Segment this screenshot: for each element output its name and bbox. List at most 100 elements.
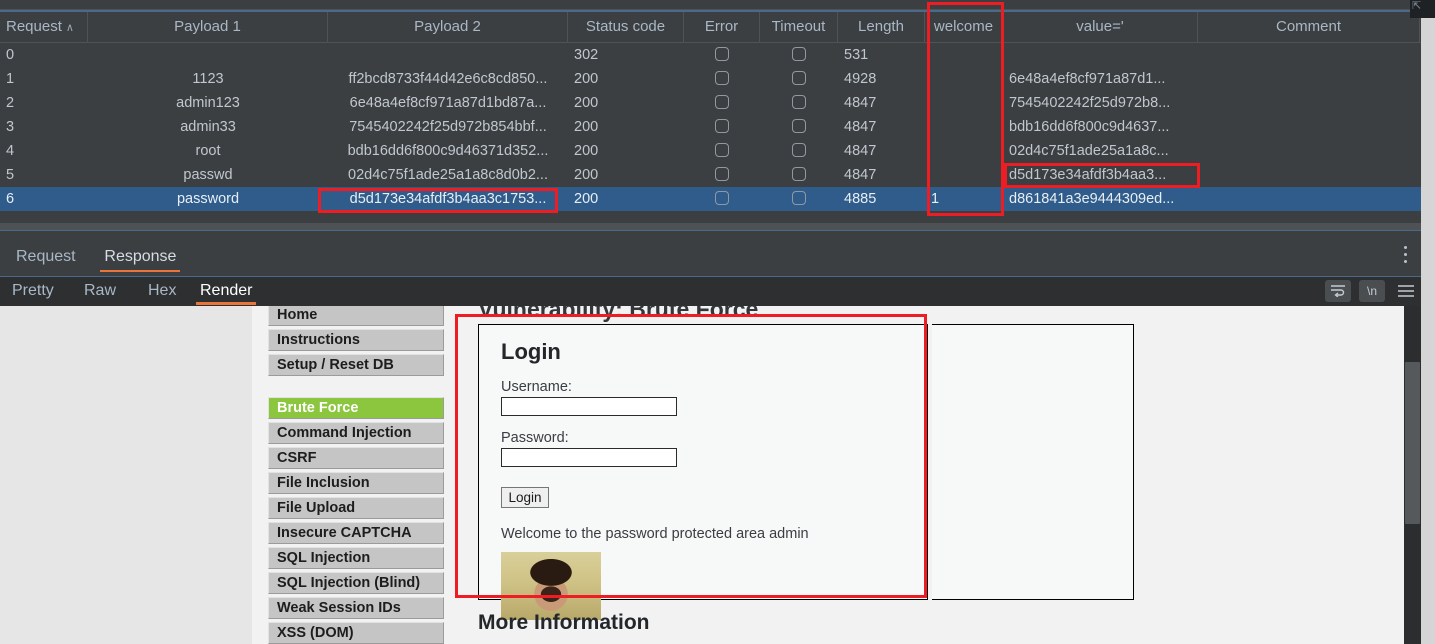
- cell-payload1: root: [195, 143, 221, 159]
- view-tab-hex[interactable]: Hex: [140, 277, 184, 306]
- page-right-panel: [932, 324, 1134, 600]
- table-row[interactable]: 2 admin123 6e48a4ef8cf971a87d1bd87a... 200 4…: [0, 91, 1421, 115]
- column-header-welcome[interactable]: welcome: [925, 12, 1003, 42]
- scrollbar-thumb[interactable]: [1405, 362, 1420, 524]
- column-header-timeout[interactable]: Timeout: [760, 12, 838, 42]
- sort-ascending-icon[interactable]: ∧: [66, 22, 74, 34]
- view-tab-render[interactable]: Render: [192, 277, 260, 306]
- cell-error: [684, 43, 760, 67]
- cell-value: 7545402242f25d972b8...: [1009, 95, 1171, 111]
- sidebar-item-file-inclusion[interactable]: File Inclusion: [268, 472, 444, 494]
- view-tab-raw[interactable]: Raw: [76, 277, 124, 306]
- column-header-length[interactable]: Length: [838, 12, 925, 42]
- column-header-payload1[interactable]: Payload 1: [88, 12, 328, 42]
- view-mode-tabs[interactable]: Pretty Raw Hex Render: [0, 276, 1421, 306]
- cell-error: [684, 163, 760, 187]
- kebab-dot: [1403, 246, 1407, 249]
- timeout-checkbox[interactable]: [792, 95, 806, 110]
- message-tabs[interactable]: Request Response: [0, 240, 1421, 276]
- cell-payload1: admin123: [176, 95, 240, 111]
- sidebar-item-insecure-captcha[interactable]: Insecure CAPTCHA: [268, 522, 444, 544]
- window-corner-control[interactable]: ⇱: [1410, 0, 1435, 18]
- cell-request: 3: [6, 119, 15, 135]
- table-row[interactable]: 3 admin33 7545402242f25d972b854bbf... 200 48…: [0, 115, 1421, 139]
- cell-request: 4: [6, 143, 15, 159]
- cell-error: [684, 67, 760, 91]
- results-table-body[interactable]: 0 302 531 1 1123 ff2bcd8733f44d42e6c8cd850...…: [0, 43, 1421, 213]
- username-input[interactable]: [501, 397, 677, 416]
- sidebar-item-sql-injection[interactable]: SQL Injection: [268, 547, 444, 569]
- column-header-comment[interactable]: Comment: [1198, 12, 1420, 42]
- table-row[interactable]: 5 passwd 02d4c75f1ade25a1a8c8d0b2... 200 484…: [0, 163, 1421, 187]
- sidebar-item-sql-injection-blind[interactable]: SQL Injection (Blind): [268, 572, 444, 594]
- error-checkbox[interactable]: [715, 47, 729, 62]
- word-wrap-icon[interactable]: [1325, 280, 1351, 302]
- sidebar-item-brute-force[interactable]: Brute Force: [268, 397, 444, 419]
- cell-request: 2: [6, 95, 15, 111]
- hamburger-menu-icon[interactable]: [1393, 280, 1419, 302]
- column-header-request[interactable]: Request ∧: [0, 12, 88, 42]
- window-corner-glyph: ⇱: [1412, 0, 1422, 12]
- cell-payload1: admin33: [180, 119, 236, 135]
- pane-divider[interactable]: [0, 230, 1421, 232]
- table-row[interactable]: 1 1123 ff2bcd8733f44d42e6c8cd850... 200 4928…: [0, 67, 1421, 91]
- results-horizontal-scrollbar[interactable]: [0, 223, 1421, 230]
- error-checkbox[interactable]: [715, 119, 729, 134]
- timeout-checkbox[interactable]: [792, 167, 806, 182]
- sidebar-item-setup-reset-db[interactable]: Setup / Reset DB: [268, 354, 444, 376]
- cell-payload2: 7545402242f25d972b854bbf...: [349, 119, 547, 135]
- cell-status: 200: [574, 119, 599, 135]
- sidebar-item-csrf[interactable]: CSRF: [268, 447, 444, 469]
- cell-timeout: [760, 91, 838, 115]
- column-header-status[interactable]: Status code: [568, 12, 684, 42]
- username-label: Username:: [501, 379, 572, 395]
- render-vertical-scrollbar[interactable]: [1404, 306, 1421, 644]
- message-tab-request[interactable]: Request: [6, 240, 86, 276]
- dvwa-sidebar-nav[interactable]: Home Instructions Setup / Reset DB Brute Fo…: [268, 306, 444, 644]
- column-header-label: Comment: [1275, 18, 1342, 35]
- timeout-checkbox[interactable]: [792, 47, 806, 62]
- timeout-checkbox[interactable]: [792, 71, 806, 86]
- error-checkbox[interactable]: [715, 71, 729, 86]
- timeout-checkbox[interactable]: [792, 191, 806, 206]
- cell-status: 200: [574, 95, 599, 111]
- error-checkbox[interactable]: [715, 191, 729, 206]
- cell-length: 4928: [844, 71, 877, 87]
- cell-length: 4847: [844, 143, 877, 159]
- table-row[interactable]: 4 root bdb16dd6f800c9d46371d352... 200 4847 0…: [0, 139, 1421, 163]
- error-checkbox[interactable]: [715, 143, 729, 158]
- show-newlines-icon[interactable]: \n: [1359, 280, 1385, 302]
- cell-welcome: [925, 139, 1003, 163]
- password-input[interactable]: [501, 448, 677, 467]
- sidebar-item-command-injection[interactable]: Command Injection: [268, 422, 444, 444]
- cell-length: 4847: [844, 119, 877, 135]
- sidebar-item-xss-dom[interactable]: XSS (DOM): [268, 622, 444, 644]
- view-tab-pretty[interactable]: Pretty: [4, 277, 62, 306]
- kebab-dot: [1403, 253, 1407, 256]
- cell-error: [684, 187, 760, 211]
- timeout-checkbox[interactable]: [792, 119, 806, 134]
- message-tab-response[interactable]: Response: [94, 240, 186, 276]
- kebab-menu-icon[interactable]: [1397, 242, 1413, 272]
- sidebar-item-file-upload[interactable]: File Upload: [268, 497, 444, 519]
- table-row[interactable]: 0 302 531: [0, 43, 1421, 67]
- active-tab-underline: [100, 270, 181, 272]
- table-row[interactable]: 6 password d5d173e34afdf3b4aa3c1753... 200 4…: [0, 187, 1421, 211]
- cell-payload2: 6e48a4ef8cf971a87d1bd87a...: [349, 95, 547, 111]
- column-header-payload2[interactable]: Payload 2: [328, 12, 568, 42]
- column-header-value[interactable]: value=': [1003, 12, 1198, 42]
- cell-length: 4847: [844, 95, 877, 111]
- error-checkbox[interactable]: [715, 167, 729, 182]
- cell-value: bdb16dd6f800c9d4637...: [1009, 119, 1170, 135]
- cell-payload2: [328, 43, 568, 67]
- sidebar-item-home[interactable]: Home: [268, 306, 444, 326]
- view-toolbar-icons: \n: [1325, 280, 1419, 302]
- error-checkbox[interactable]: [715, 95, 729, 110]
- column-header-error[interactable]: Error: [684, 12, 760, 42]
- view-tab-label: Pretty: [12, 282, 54, 299]
- results-table-header[interactable]: Request ∧ Payload 1 Payload 2 Status code Err…: [0, 12, 1421, 43]
- sidebar-item-weak-session-ids[interactable]: Weak Session IDs: [268, 597, 444, 619]
- login-submit-button[interactable]: Login: [501, 487, 549, 508]
- sidebar-item-instructions[interactable]: Instructions: [268, 329, 444, 351]
- timeout-checkbox[interactable]: [792, 143, 806, 158]
